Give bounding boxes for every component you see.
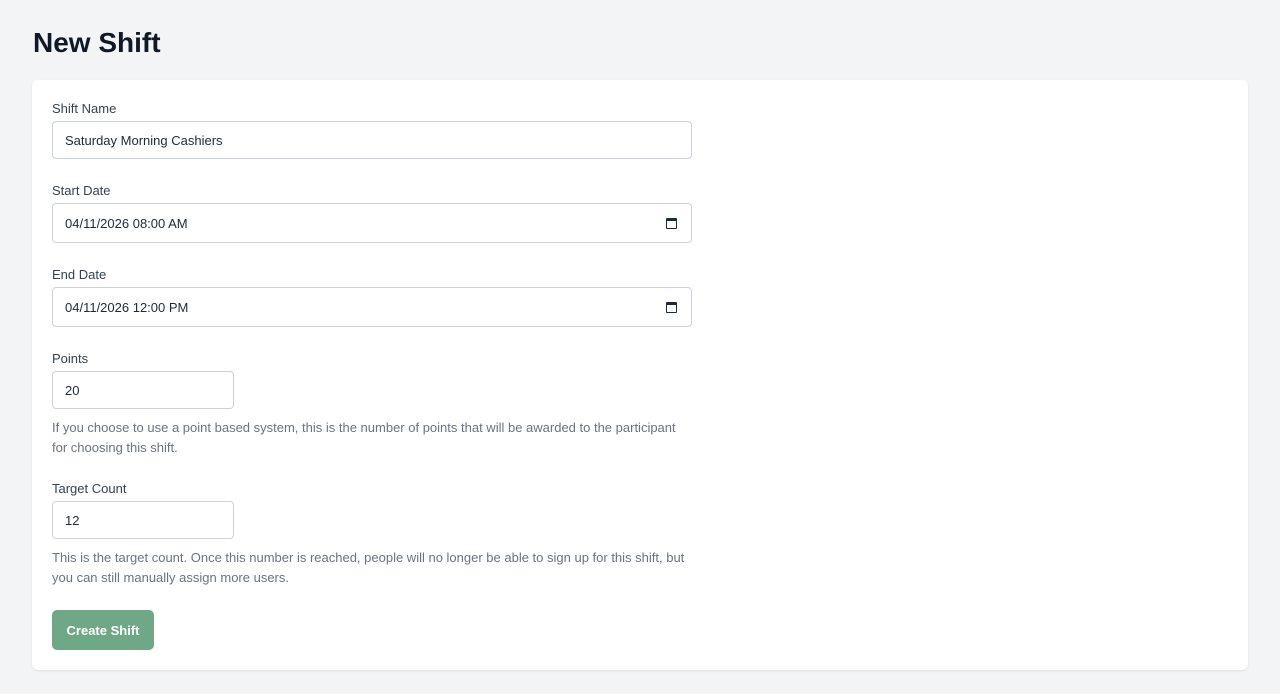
end-date-field: End Date 04/11/2026 12:00 PM xyxy=(52,266,692,327)
start-date-field: Start Date 04/11/2026 08:00 AM xyxy=(52,182,692,243)
points-label: Points xyxy=(52,351,89,366)
target-count-value: 12 xyxy=(65,512,80,528)
end-date-value: 04/11/2026 12:00 PM xyxy=(65,299,189,315)
target-count-field: Target Count 12 This is the target count… xyxy=(52,480,692,588)
target-count-help-text: This is the target count. Once this numb… xyxy=(52,550,685,585)
end-date-label: End Date xyxy=(52,267,107,282)
points-field: Points 20 If you choose to use a point b… xyxy=(52,350,692,458)
end-date-input[interactable]: 04/11/2026 12:00 PM xyxy=(52,287,692,327)
calendar-icon[interactable] xyxy=(666,217,677,229)
points-help-text: If you choose to use a point based syste… xyxy=(52,420,676,455)
points-value: 20 xyxy=(65,382,80,398)
start-date-value: 04/11/2026 08:00 AM xyxy=(65,215,188,231)
shift-name-label: Shift Name xyxy=(52,101,117,116)
target-count-label: Target Count xyxy=(52,481,127,496)
shift-name-input[interactable]: Saturday Morning Cashiers xyxy=(52,121,692,159)
page: New Shift Shift Name Saturday Morning Ca… xyxy=(0,0,1280,694)
page-title: New Shift xyxy=(33,27,161,58)
calendar-icon[interactable] xyxy=(666,301,677,313)
points-input[interactable]: 20 xyxy=(52,371,234,409)
shift-name-field: Shift Name Saturday Morning Cashiers xyxy=(52,100,692,159)
start-date-input[interactable]: 04/11/2026 08:00 AM xyxy=(52,203,692,243)
target-count-input[interactable]: 12 xyxy=(52,501,234,539)
create-shift-button[interactable]: Create Shift xyxy=(52,610,154,650)
shift-name-value: Saturday Morning Cashiers xyxy=(65,132,223,148)
shift-form-card: Shift Name Saturday Morning Cashiers Sta… xyxy=(32,80,1248,670)
start-date-label: Start Date xyxy=(52,183,111,198)
